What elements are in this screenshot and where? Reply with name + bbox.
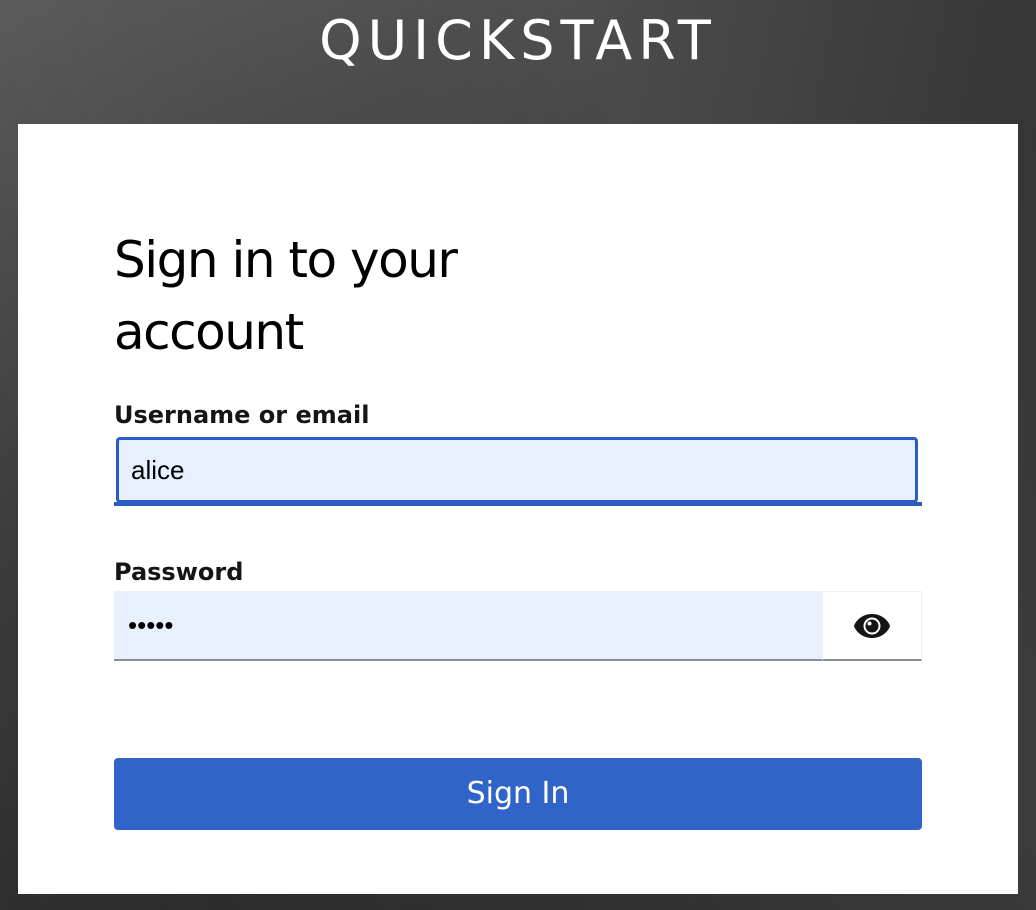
password-label: Password [114,558,244,586]
login-card: Sign in to your account Username or emai… [18,124,1018,894]
sign-in-button[interactable]: Sign In [114,758,922,830]
password-input-group [114,591,922,661]
eye-icon [853,613,891,639]
username-label: Username or email [114,401,370,429]
show-password-button[interactable] [822,591,922,661]
password-field[interactable] [114,591,822,661]
username-field[interactable] [116,437,918,503]
brand-title: QUICKSTART [319,9,717,72]
page-title: Sign in to your account [114,231,458,361]
username-focus-underline [114,502,922,506]
